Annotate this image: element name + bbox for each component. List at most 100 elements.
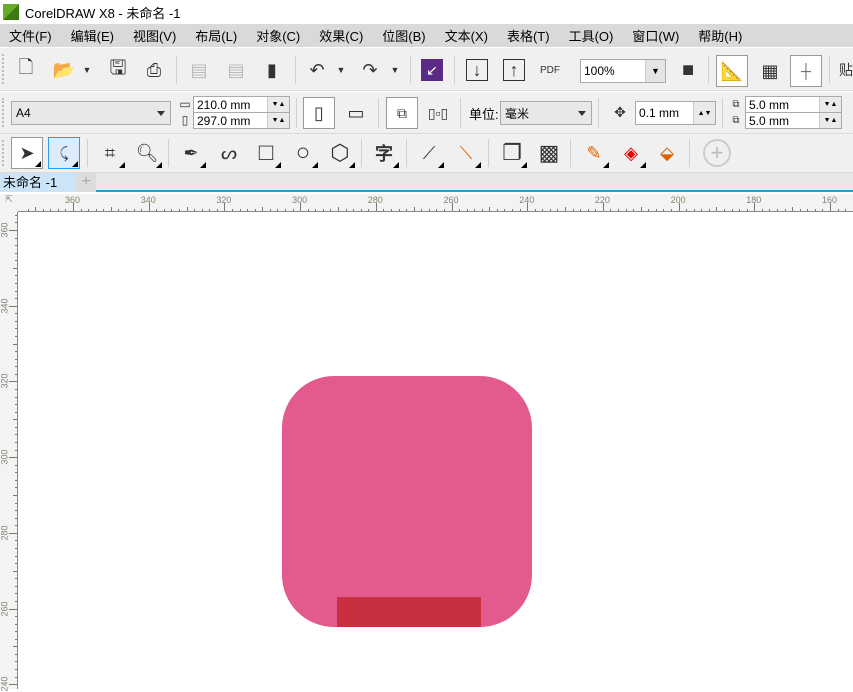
duplicate-y-input[interactable]: 5.0 mm ▼▲ <box>745 112 842 129</box>
polygon-tool-icon[interactable]: ⬡ <box>324 137 356 169</box>
menu-bitmaps[interactable]: 位图(B) <box>382 26 425 45</box>
ruler-tick <box>9 684 17 685</box>
dimension-tool-icon[interactable]: ⟋ <box>413 137 445 169</box>
ruler-tick <box>111 207 112 211</box>
page-height-input[interactable]: 297.0 mm▼▲ <box>193 112 290 129</box>
show-guidelines-icon[interactable]: ┼ <box>790 55 822 87</box>
toolbar-grip[interactable] <box>2 140 5 166</box>
text-tool-icon[interactable]: 字 <box>368 137 400 169</box>
page-size-select[interactable]: A4 <box>11 101 171 125</box>
zoom-dropdown[interactable]: ▼ <box>645 60 665 82</box>
menu-object[interactable]: 对象(C) <box>256 26 300 45</box>
menu-view[interactable]: 视图(V) <box>133 26 176 45</box>
rectangle-tool-icon[interactable]: □ <box>250 137 282 169</box>
menu-window[interactable]: 窗口(W) <box>632 26 679 45</box>
current-page-icon[interactable]: ▯▫▯ <box>424 97 452 129</box>
ruler-tick <box>293 209 294 211</box>
ellipse-tool-icon[interactable]: ○ <box>287 137 319 169</box>
nudge-distance-input[interactable]: 0.1 mm▲▼ <box>635 101 716 125</box>
snap-to-button[interactable]: 贴 <box>836 58 853 82</box>
menu-help[interactable]: 帮助(H) <box>698 26 742 45</box>
interactive-fill-icon[interactable]: ◈ <box>615 137 647 169</box>
undo-dropdown-icon[interactable]: ▼ <box>334 58 348 82</box>
duplicate-x-input[interactable]: 5.0 mm▼▲ <box>745 96 842 113</box>
duplicate-y-value: 5.0 mm <box>749 114 789 128</box>
rounded-rectangle-shape[interactable] <box>282 376 532 627</box>
menu-tools[interactable]: 工具(O) <box>569 26 614 45</box>
transparency-icon[interactable]: ▩ <box>533 137 565 169</box>
all-pages-icon[interactable]: ⧉ <box>386 97 418 129</box>
ruler-tick <box>73 203 74 211</box>
menu-effects[interactable]: 效果(C) <box>319 26 363 45</box>
ruler-tick <box>315 209 316 211</box>
open-dropdown-icon[interactable]: ▼ <box>80 58 94 82</box>
ruler-origin-icon[interactable]: ⇱ <box>0 194 18 212</box>
crop-tool-icon[interactable]: ⌗ <box>94 137 126 169</box>
menu-text[interactable]: 文本(X) <box>445 26 488 45</box>
copy-icon[interactable]: ▤ <box>224 58 248 82</box>
ruler-tick <box>542 209 543 211</box>
zoom-tool-icon[interactable]: 🔍︎ <box>131 137 163 169</box>
toolbar-grip[interactable] <box>2 54 5 84</box>
page-width-input[interactable]: 210.0 mm▼▲ <box>193 96 290 113</box>
print-icon[interactable]: ⎙ <box>142 58 166 82</box>
pen-tool-icon[interactable]: ✒ <box>175 137 207 169</box>
ruler-tick <box>65 209 66 211</box>
ruler-tick <box>15 442 17 443</box>
ruler-tick <box>15 260 17 261</box>
show-grid-icon[interactable]: ▦ <box>754 55 786 87</box>
menu-table[interactable]: 表格(T) <box>507 26 550 45</box>
page-width-spinner[interactable]: ▼▲ <box>267 97 289 112</box>
ruler-tick <box>13 268 17 269</box>
pick-tool-icon[interactable]: ➤ <box>11 137 43 169</box>
document-tab[interactable]: 未命名 -1 <box>0 173 76 192</box>
landscape-icon[interactable]: ▭ <box>340 97 372 129</box>
horizontal-ruler[interactable]: 360340320300280260240220200180160 <box>18 194 853 212</box>
ruler-tick <box>838 209 839 211</box>
ruler-tick <box>149 203 150 211</box>
toolbar-grip[interactable] <box>2 98 5 127</box>
rectangle-shape[interactable] <box>337 597 481 627</box>
smart-fill-icon[interactable]: ⬙ <box>651 137 683 169</box>
publish-pdf-icon[interactable]: PDF <box>537 58 563 82</box>
import-icon[interactable]: ↓ <box>466 59 488 81</box>
redo-dropdown-icon[interactable]: ▼ <box>388 58 402 82</box>
search-content-icon[interactable]: ↙ <box>421 59 443 81</box>
ruler-tick <box>777 209 778 211</box>
menu-edit[interactable]: 编辑(E) <box>71 26 114 45</box>
show-rulers-icon[interactable]: 📐 <box>716 55 748 87</box>
nudge-spinner[interactable]: ▲▼ <box>693 102 715 124</box>
cut-icon[interactable]: ▤ <box>187 58 211 82</box>
add-document-tab-icon[interactable]: + <box>76 173 96 192</box>
separator <box>176 56 177 84</box>
menu-layout[interactable]: 布局(L) <box>195 26 237 45</box>
portrait-icon[interactable]: ▯ <box>303 97 335 129</box>
save-icon[interactable]: 🖫 <box>106 58 130 82</box>
redo-icon[interactable]: ↷ <box>358 58 382 82</box>
ruler-tick <box>9 609 17 610</box>
export-icon[interactable]: ↑ <box>503 59 525 81</box>
ruler-tick <box>194 209 195 211</box>
ruler-tick <box>15 412 17 413</box>
undo-icon[interactable]: ↶ <box>305 58 329 82</box>
open-folder-icon[interactable]: 📂 <box>52 58 76 82</box>
connector-tool-icon[interactable]: ⟍ <box>450 137 482 169</box>
eyedropper-icon[interactable]: ✎ <box>578 137 610 169</box>
menu-file[interactable]: 文件(F) <box>9 26 52 45</box>
new-document-icon[interactable]: 🗋 <box>14 58 38 82</box>
drop-shadow-icon[interactable]: ❐ <box>496 137 528 169</box>
vertical-ruler[interactable]: 360340320300280260240 <box>0 212 18 689</box>
paste-icon[interactable]: ▮ <box>260 58 284 82</box>
zoom-level-combo[interactable]: 100%▼ <box>580 59 666 83</box>
full-screen-icon[interactable]: ■ <box>676 58 700 82</box>
artistic-media-icon[interactable]: ᔕ <box>213 137 245 169</box>
add-tool-icon[interactable]: + <box>703 139 731 167</box>
shape-tool-icon[interactable]: ⤹ <box>48 137 80 169</box>
ruler-tick <box>739 209 740 211</box>
duplicate-x-spinner[interactable]: ▼▲ <box>819 97 841 112</box>
page-height-spinner[interactable]: ▼▲ <box>267 113 289 128</box>
drawing-canvas[interactable] <box>19 213 853 689</box>
separator <box>361 139 362 167</box>
units-select[interactable]: 毫米 <box>500 101 592 125</box>
duplicate-y-spinner[interactable]: ▼▲ <box>819 113 841 128</box>
